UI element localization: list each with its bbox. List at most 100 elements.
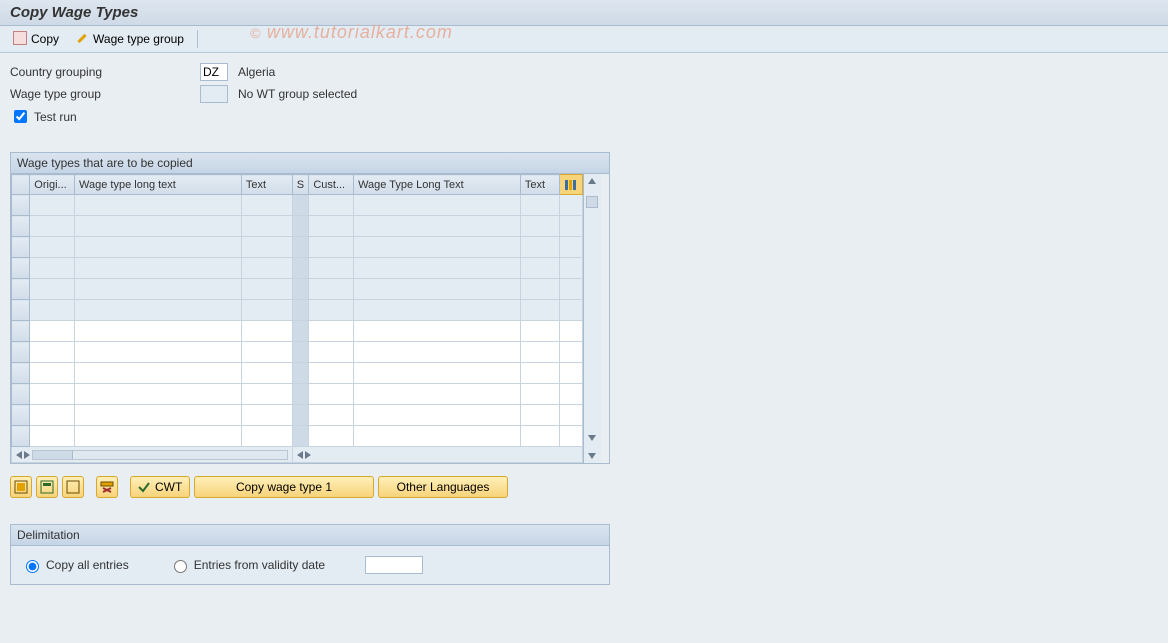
entries-from-option[interactable]: Entries from validity date xyxy=(169,557,325,573)
table-cell[interactable] xyxy=(292,321,309,342)
row-selector[interactable] xyxy=(12,363,30,384)
table-cell[interactable] xyxy=(241,195,292,216)
table-cell[interactable] xyxy=(309,258,354,279)
copy-button[interactable]: Copy xyxy=(8,29,66,49)
table-cell[interactable] xyxy=(520,258,559,279)
col-s[interactable]: S xyxy=(292,175,309,195)
table-cell[interactable] xyxy=(30,258,75,279)
table-row[interactable] xyxy=(12,384,583,405)
row-selector[interactable] xyxy=(12,195,30,216)
table-cell[interactable] xyxy=(30,279,75,300)
col-text-a[interactable]: Text xyxy=(241,175,292,195)
table-cell[interactable] xyxy=(30,426,75,447)
delete-row-button[interactable] xyxy=(96,476,118,498)
table-cell[interactable] xyxy=(241,258,292,279)
deselect-all-button[interactable] xyxy=(62,476,84,498)
table-cell[interactable] xyxy=(292,342,309,363)
table-cell[interactable] xyxy=(309,216,354,237)
table-cell[interactable] xyxy=(292,279,309,300)
table-cell[interactable] xyxy=(520,279,559,300)
table-cell[interactable] xyxy=(309,342,354,363)
table-row[interactable] xyxy=(12,300,583,321)
col-text-b[interactable]: Text xyxy=(520,175,559,195)
table-row[interactable] xyxy=(12,195,583,216)
table-cell[interactable] xyxy=(354,237,521,258)
table-cell[interactable] xyxy=(520,237,559,258)
row-selector[interactable] xyxy=(12,216,30,237)
table-cell[interactable] xyxy=(354,321,521,342)
table-cell[interactable] xyxy=(75,405,242,426)
table-cell[interactable] xyxy=(241,279,292,300)
table-cell[interactable] xyxy=(354,279,521,300)
table-cell[interactable] xyxy=(309,279,354,300)
table-cell[interactable] xyxy=(309,300,354,321)
copy-all-radio[interactable] xyxy=(26,560,39,573)
table-cell[interactable] xyxy=(520,300,559,321)
table-cell[interactable] xyxy=(241,342,292,363)
table-row[interactable] xyxy=(12,405,583,426)
row-header-col[interactable] xyxy=(12,175,30,195)
column-config-button[interactable] xyxy=(559,175,582,195)
table-cell[interactable] xyxy=(354,342,521,363)
copy-wage-type-1-button[interactable]: Copy wage type 1 xyxy=(194,476,374,498)
table-cell[interactable] xyxy=(75,258,242,279)
row-selector[interactable] xyxy=(12,237,30,258)
table-cell[interactable] xyxy=(292,300,309,321)
table-cell[interactable] xyxy=(520,384,559,405)
wage-type-group-button[interactable]: Wage type group xyxy=(68,29,191,49)
country-grouping-input[interactable] xyxy=(200,63,228,81)
table-cell[interactable] xyxy=(75,363,242,384)
table-cell[interactable] xyxy=(309,195,354,216)
table-cell[interactable] xyxy=(292,258,309,279)
hscroll-left[interactable] xyxy=(12,450,292,460)
table-cell[interactable] xyxy=(241,216,292,237)
table-cell[interactable] xyxy=(30,384,75,405)
table-cell[interactable] xyxy=(30,363,75,384)
table-cell[interactable] xyxy=(520,426,559,447)
row-selector[interactable] xyxy=(12,384,30,405)
table-cell[interactable] xyxy=(520,321,559,342)
table-cell[interactable] xyxy=(292,405,309,426)
table-row[interactable] xyxy=(12,258,583,279)
table-cell[interactable] xyxy=(292,216,309,237)
table-row[interactable] xyxy=(12,216,583,237)
table-cell[interactable] xyxy=(520,216,559,237)
row-selector[interactable] xyxy=(12,279,30,300)
table-cell[interactable] xyxy=(241,300,292,321)
scroll-thumb[interactable] xyxy=(586,196,598,208)
table-cell[interactable] xyxy=(354,300,521,321)
select-block-button[interactable] xyxy=(36,476,58,498)
table-cell[interactable] xyxy=(309,237,354,258)
table-cell[interactable] xyxy=(75,216,242,237)
table-cell[interactable] xyxy=(75,300,242,321)
table-cell[interactable] xyxy=(241,237,292,258)
table-row[interactable] xyxy=(12,279,583,300)
table-cell[interactable] xyxy=(309,405,354,426)
table-cell[interactable] xyxy=(75,237,242,258)
table-cell[interactable] xyxy=(241,321,292,342)
table-row[interactable] xyxy=(12,342,583,363)
col-cust[interactable]: Cust... xyxy=(309,175,354,195)
row-selector[interactable] xyxy=(12,405,30,426)
row-selector[interactable] xyxy=(12,258,30,279)
table-cell[interactable] xyxy=(30,321,75,342)
col-longtext-a[interactable]: Wage type long text xyxy=(75,175,242,195)
table-cell[interactable] xyxy=(354,384,521,405)
row-selector[interactable] xyxy=(12,300,30,321)
hscroll-right[interactable] xyxy=(293,451,582,459)
copy-all-option[interactable]: Copy all entries xyxy=(21,557,129,573)
row-selector[interactable] xyxy=(12,321,30,342)
table-cell[interactable] xyxy=(30,216,75,237)
table-cell[interactable] xyxy=(30,237,75,258)
table-cell[interactable] xyxy=(292,363,309,384)
table-cell[interactable] xyxy=(241,363,292,384)
entries-from-radio[interactable] xyxy=(174,560,187,573)
select-all-button[interactable] xyxy=(10,476,32,498)
col-longtext-b[interactable]: Wage Type Long Text xyxy=(354,175,521,195)
table-cell[interactable] xyxy=(30,342,75,363)
table-row[interactable] xyxy=(12,426,583,447)
vertical-scrollbar[interactable] xyxy=(583,174,601,463)
validity-date-input[interactable] xyxy=(365,556,423,574)
table-cell[interactable] xyxy=(75,342,242,363)
table-cell[interactable] xyxy=(75,195,242,216)
